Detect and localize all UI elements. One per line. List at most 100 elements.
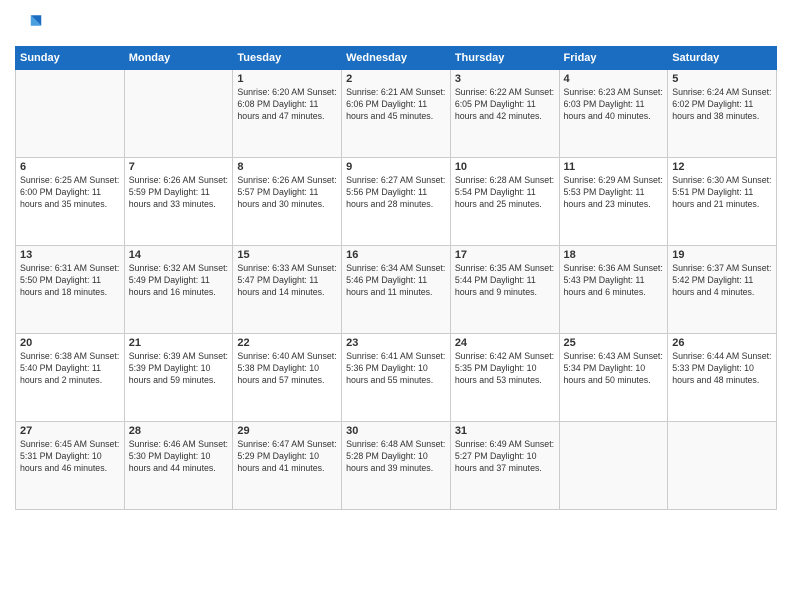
calendar-cell: 12 Sunrise: 6:30 AM Sunset: 5:51 PM Dayli…	[668, 158, 777, 246]
day-number: 28	[129, 425, 229, 437]
calendar-cell: 31 Sunrise: 6:49 AM Sunset: 5:27 PM Dayli…	[450, 422, 559, 510]
calendar-cell: 9 Sunrise: 6:27 AM Sunset: 5:56 PM Daylig…	[342, 158, 451, 246]
day-number: 15	[237, 249, 337, 261]
calendar-cell: 10 Sunrise: 6:28 AM Sunset: 5:54 PM Dayli…	[450, 158, 559, 246]
day-number: 19	[672, 249, 772, 261]
day-number: 23	[346, 337, 446, 349]
calendar-cell: 19 Sunrise: 6:37 AM Sunset: 5:42 PM Dayli…	[668, 246, 777, 334]
weekday-header-friday: Friday	[559, 47, 668, 70]
day-info: Sunrise: 6:27 AM Sunset: 5:56 PM Dayligh…	[346, 175, 446, 211]
calendar-cell	[124, 70, 233, 158]
day-info: Sunrise: 6:45 AM Sunset: 5:31 PM Dayligh…	[20, 439, 120, 475]
weekday-header-monday: Monday	[124, 47, 233, 70]
day-info: Sunrise: 6:42 AM Sunset: 5:35 PM Dayligh…	[455, 351, 555, 387]
header	[15, 10, 777, 38]
day-info: Sunrise: 6:44 AM Sunset: 5:33 PM Dayligh…	[672, 351, 772, 387]
day-number: 1	[237, 73, 337, 85]
day-info: Sunrise: 6:28 AM Sunset: 5:54 PM Dayligh…	[455, 175, 555, 211]
day-info: Sunrise: 6:36 AM Sunset: 5:43 PM Dayligh…	[564, 263, 664, 299]
day-number: 17	[455, 249, 555, 261]
day-info: Sunrise: 6:23 AM Sunset: 6:03 PM Dayligh…	[564, 87, 664, 123]
day-info: Sunrise: 6:30 AM Sunset: 5:51 PM Dayligh…	[672, 175, 772, 211]
day-info: Sunrise: 6:35 AM Sunset: 5:44 PM Dayligh…	[455, 263, 555, 299]
calendar-cell: 27 Sunrise: 6:45 AM Sunset: 5:31 PM Dayli…	[16, 422, 125, 510]
calendar-cell: 3 Sunrise: 6:22 AM Sunset: 6:05 PM Daylig…	[450, 70, 559, 158]
weekday-header-row: SundayMondayTuesdayWednesdayThursdayFrid…	[16, 47, 777, 70]
day-number: 12	[672, 161, 772, 173]
calendar-cell: 23 Sunrise: 6:41 AM Sunset: 5:36 PM Dayli…	[342, 334, 451, 422]
day-info: Sunrise: 6:43 AM Sunset: 5:34 PM Dayligh…	[564, 351, 664, 387]
calendar: SundayMondayTuesdayWednesdayThursdayFrid…	[15, 46, 777, 510]
calendar-cell: 8Sunrise: 6:26 AM Sunset: 5:57 PM Daylig…	[233, 158, 342, 246]
day-info: Sunrise: 6:46 AM Sunset: 5:30 PM Dayligh…	[129, 439, 229, 475]
day-info: Sunrise: 6:47 AM Sunset: 5:29 PM Dayligh…	[237, 439, 337, 475]
calendar-cell: 24 Sunrise: 6:42 AM Sunset: 5:35 PM Dayli…	[450, 334, 559, 422]
day-number: 21	[129, 337, 229, 349]
day-number: 30	[346, 425, 446, 437]
day-info: Sunrise: 6:48 AM Sunset: 5:28 PM Dayligh…	[346, 439, 446, 475]
day-number: 7	[129, 161, 229, 173]
weekday-header-wednesday: Wednesday	[342, 47, 451, 70]
day-number: 18	[564, 249, 664, 261]
calendar-cell: 26 Sunrise: 6:44 AM Sunset: 5:33 PM Dayli…	[668, 334, 777, 422]
calendar-week-3: 13 Sunrise: 6:31 AM Sunset: 5:50 PM Dayli…	[16, 246, 777, 334]
calendar-cell: 25 Sunrise: 6:43 AM Sunset: 5:34 PM Dayli…	[559, 334, 668, 422]
weekday-header-saturday: Saturday	[668, 47, 777, 70]
day-info: Sunrise: 6:22 AM Sunset: 6:05 PM Dayligh…	[455, 87, 555, 123]
day-number: 25	[564, 337, 664, 349]
calendar-week-5: 27 Sunrise: 6:45 AM Sunset: 5:31 PM Dayli…	[16, 422, 777, 510]
day-number: 31	[455, 425, 555, 437]
calendar-week-4: 20Sunrise: 6:38 AM Sunset: 5:40 PM Dayli…	[16, 334, 777, 422]
calendar-cell: 11 Sunrise: 6:29 AM Sunset: 5:53 PM Dayli…	[559, 158, 668, 246]
day-number: 9	[346, 161, 446, 173]
day-info: Sunrise: 6:49 AM Sunset: 5:27 PM Dayligh…	[455, 439, 555, 475]
calendar-cell: 14 Sunrise: 6:32 AM Sunset: 5:49 PM Dayli…	[124, 246, 233, 334]
weekday-header-sunday: Sunday	[16, 47, 125, 70]
calendar-cell: 5Sunrise: 6:24 AM Sunset: 6:02 PM Daylig…	[668, 70, 777, 158]
page: SundayMondayTuesdayWednesdayThursdayFrid…	[0, 0, 792, 612]
day-number: 26	[672, 337, 772, 349]
day-number: 10	[455, 161, 555, 173]
day-info: Sunrise: 6:25 AM Sunset: 6:00 PM Dayligh…	[20, 175, 120, 211]
calendar-cell: 29Sunrise: 6:47 AM Sunset: 5:29 PM Dayli…	[233, 422, 342, 510]
day-info: Sunrise: 6:32 AM Sunset: 5:49 PM Dayligh…	[129, 263, 229, 299]
day-info: Sunrise: 6:31 AM Sunset: 5:50 PM Dayligh…	[20, 263, 120, 299]
day-info: Sunrise: 6:38 AM Sunset: 5:40 PM Dayligh…	[20, 351, 120, 387]
day-number: 3	[455, 73, 555, 85]
calendar-cell: 4 Sunrise: 6:23 AM Sunset: 6:03 PM Daylig…	[559, 70, 668, 158]
logo	[15, 10, 47, 38]
calendar-cell	[668, 422, 777, 510]
calendar-cell: 7 Sunrise: 6:26 AM Sunset: 5:59 PM Daylig…	[124, 158, 233, 246]
calendar-cell: 21 Sunrise: 6:39 AM Sunset: 5:39 PM Dayli…	[124, 334, 233, 422]
day-info: Sunrise: 6:20 AM Sunset: 6:08 PM Dayligh…	[237, 87, 337, 123]
day-number: 14	[129, 249, 229, 261]
day-number: 16	[346, 249, 446, 261]
day-info: Sunrise: 6:26 AM Sunset: 5:59 PM Dayligh…	[129, 175, 229, 211]
day-info: Sunrise: 6:29 AM Sunset: 5:53 PM Dayligh…	[564, 175, 664, 211]
day-number: 27	[20, 425, 120, 437]
calendar-cell: 22 Sunrise: 6:40 AM Sunset: 5:38 PM Dayli…	[233, 334, 342, 422]
day-info: Sunrise: 6:41 AM Sunset: 5:36 PM Dayligh…	[346, 351, 446, 387]
day-number: 11	[564, 161, 664, 173]
day-info: Sunrise: 6:33 AM Sunset: 5:47 PM Dayligh…	[237, 263, 337, 299]
day-number: 24	[455, 337, 555, 349]
day-info: Sunrise: 6:37 AM Sunset: 5:42 PM Dayligh…	[672, 263, 772, 299]
calendar-week-2: 6 Sunrise: 6:25 AM Sunset: 6:00 PM Daylig…	[16, 158, 777, 246]
day-number: 2	[346, 73, 446, 85]
day-number: 4	[564, 73, 664, 85]
calendar-cell: 2 Sunrise: 6:21 AM Sunset: 6:06 PM Daylig…	[342, 70, 451, 158]
day-number: 6	[20, 161, 120, 173]
calendar-cell	[16, 70, 125, 158]
day-number: 5	[672, 73, 772, 85]
calendar-cell: 6 Sunrise: 6:25 AM Sunset: 6:00 PM Daylig…	[16, 158, 125, 246]
day-info: Sunrise: 6:40 AM Sunset: 5:38 PM Dayligh…	[237, 351, 337, 387]
day-info: Sunrise: 6:39 AM Sunset: 5:39 PM Dayligh…	[129, 351, 229, 387]
day-info: Sunrise: 6:21 AM Sunset: 6:06 PM Dayligh…	[346, 87, 446, 123]
calendar-cell: 28 Sunrise: 6:46 AM Sunset: 5:30 PM Dayli…	[124, 422, 233, 510]
calendar-cell: 15 Sunrise: 6:33 AM Sunset: 5:47 PM Dayli…	[233, 246, 342, 334]
day-number: 22	[237, 337, 337, 349]
calendar-week-1: 1 Sunrise: 6:20 AM Sunset: 6:08 PM Daylig…	[16, 70, 777, 158]
calendar-cell: 18 Sunrise: 6:36 AM Sunset: 5:43 PM Dayli…	[559, 246, 668, 334]
day-info: Sunrise: 6:26 AM Sunset: 5:57 PM Dayligh…	[237, 175, 337, 211]
day-number: 13	[20, 249, 120, 261]
